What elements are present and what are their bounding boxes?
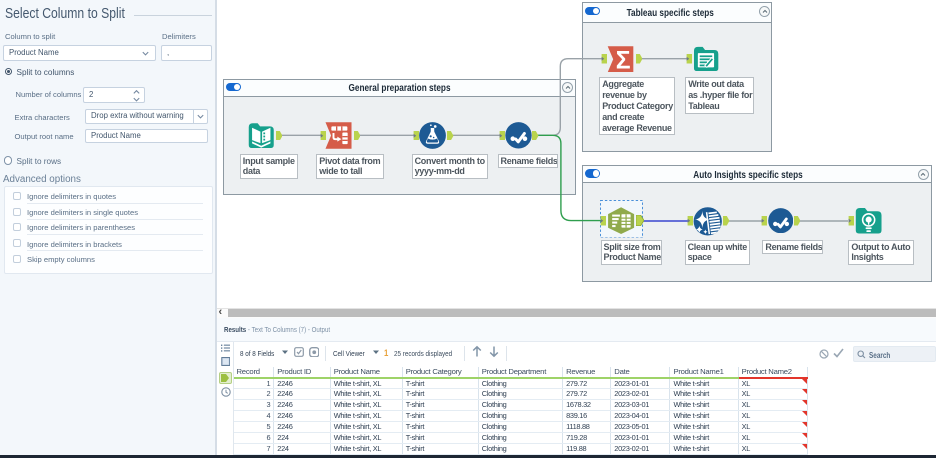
svg-text:Σ: Σ	[616, 47, 631, 72]
